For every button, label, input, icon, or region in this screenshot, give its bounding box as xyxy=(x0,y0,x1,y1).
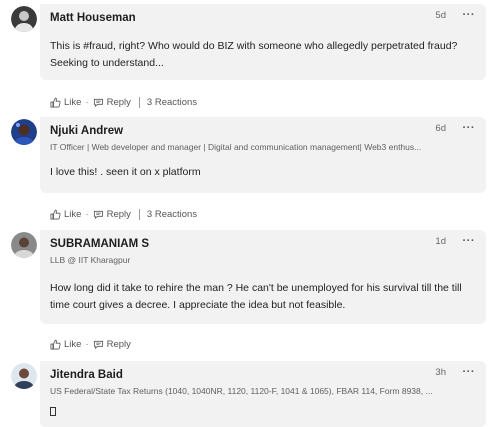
separator-dot: · xyxy=(85,338,89,350)
separator-dot: · xyxy=(85,208,89,220)
reactions-count[interactable]: 3 Reactions xyxy=(147,209,197,220)
comment: Njuki Andrew IT Officer | Web developer … xyxy=(0,117,500,229)
comment: Jitendra Baid US Federal/State Tax Retur… xyxy=(0,361,500,427)
author-headline: LLB @ IIT Kharagpur xyxy=(50,255,131,265)
comment-actions: Like · Reply 3 Reactions xyxy=(50,207,197,221)
more-options-icon[interactable]: ··· xyxy=(463,235,476,247)
thumbs-up-icon xyxy=(50,97,61,107)
like-label: Like xyxy=(64,96,82,108)
comment-text: How long did it take to rehire the man ?… xyxy=(50,282,462,311)
comment: SUBRAMANIAM S LLB @ IIT Kharagpur 1d ···… xyxy=(0,230,500,355)
speech-bubble-icon xyxy=(93,210,103,219)
avatar-photo xyxy=(11,6,37,32)
author-headline: US Federal/State Tax Returns (1040, 1040… xyxy=(50,386,433,396)
like-button[interactable]: Like xyxy=(50,209,81,220)
timestamp: 6d xyxy=(435,123,446,134)
comment-bubble: Matt Houseman 5d ··· This is #fraud, rig… xyxy=(40,4,486,80)
comment-bubble: Jitendra Baid US Federal/State Tax Retur… xyxy=(40,361,486,427)
speech-bubble-icon xyxy=(93,98,103,107)
comment-bubble: Njuki Andrew IT Officer | Web developer … xyxy=(40,117,486,193)
speech-bubble-icon xyxy=(93,340,103,349)
timestamp: 1d xyxy=(435,236,446,247)
comment-actions: Like · Reply xyxy=(50,337,131,351)
reply-button[interactable]: Reply xyxy=(93,209,131,220)
avatar[interactable] xyxy=(11,363,37,389)
like-label: Like xyxy=(64,338,82,350)
avatar-photo xyxy=(11,119,37,145)
missing-glyph-box xyxy=(50,407,56,416)
reply-label: Reply xyxy=(106,338,131,350)
comment-bubble: SUBRAMANIAM S LLB @ IIT Kharagpur 1d ···… xyxy=(40,230,486,324)
avatar-photo xyxy=(11,232,37,258)
comment-text: I love this! . seen it on x platform xyxy=(50,166,201,178)
timestamp: 5d xyxy=(435,10,446,21)
author-name[interactable]: SUBRAMANIAM S xyxy=(50,238,149,250)
reply-button[interactable]: Reply xyxy=(93,339,131,350)
reactions-count[interactable]: 3 Reactions xyxy=(147,97,197,108)
like-label: Like xyxy=(64,208,82,220)
thumbs-up-icon xyxy=(50,339,61,349)
reply-button[interactable]: Reply xyxy=(93,97,131,108)
avatar-photo xyxy=(11,363,37,389)
more-options-icon[interactable]: ··· xyxy=(463,122,476,134)
author-name[interactable]: Matt Houseman xyxy=(50,12,136,24)
author-name[interactable]: Jitendra Baid xyxy=(50,369,123,381)
avatar[interactable] xyxy=(11,119,37,145)
thumbs-up-icon xyxy=(50,209,61,219)
comment-text xyxy=(50,405,475,422)
reply-label: Reply xyxy=(106,208,131,220)
reply-label: Reply xyxy=(106,96,131,108)
divider xyxy=(138,208,140,220)
like-button[interactable]: Like xyxy=(50,339,81,350)
author-headline: IT Officer | Web developer and manager |… xyxy=(50,142,422,152)
author-name[interactable]: Njuki Andrew xyxy=(50,125,123,137)
avatar[interactable] xyxy=(11,6,37,32)
avatar[interactable] xyxy=(11,232,37,258)
comment: Matt Houseman 5d ··· This is #fraud, rig… xyxy=(0,4,500,116)
comment-text: This is #fraud, right? Who would do BIZ … xyxy=(50,40,458,69)
more-options-icon[interactable]: ··· xyxy=(463,9,476,21)
like-button[interactable]: Like xyxy=(50,97,81,108)
more-options-icon[interactable]: ··· xyxy=(463,366,476,378)
divider xyxy=(138,96,140,108)
separator-dot: · xyxy=(85,96,89,108)
comment-actions: Like · Reply 3 Reactions xyxy=(50,95,197,109)
timestamp: 3h xyxy=(435,367,446,378)
